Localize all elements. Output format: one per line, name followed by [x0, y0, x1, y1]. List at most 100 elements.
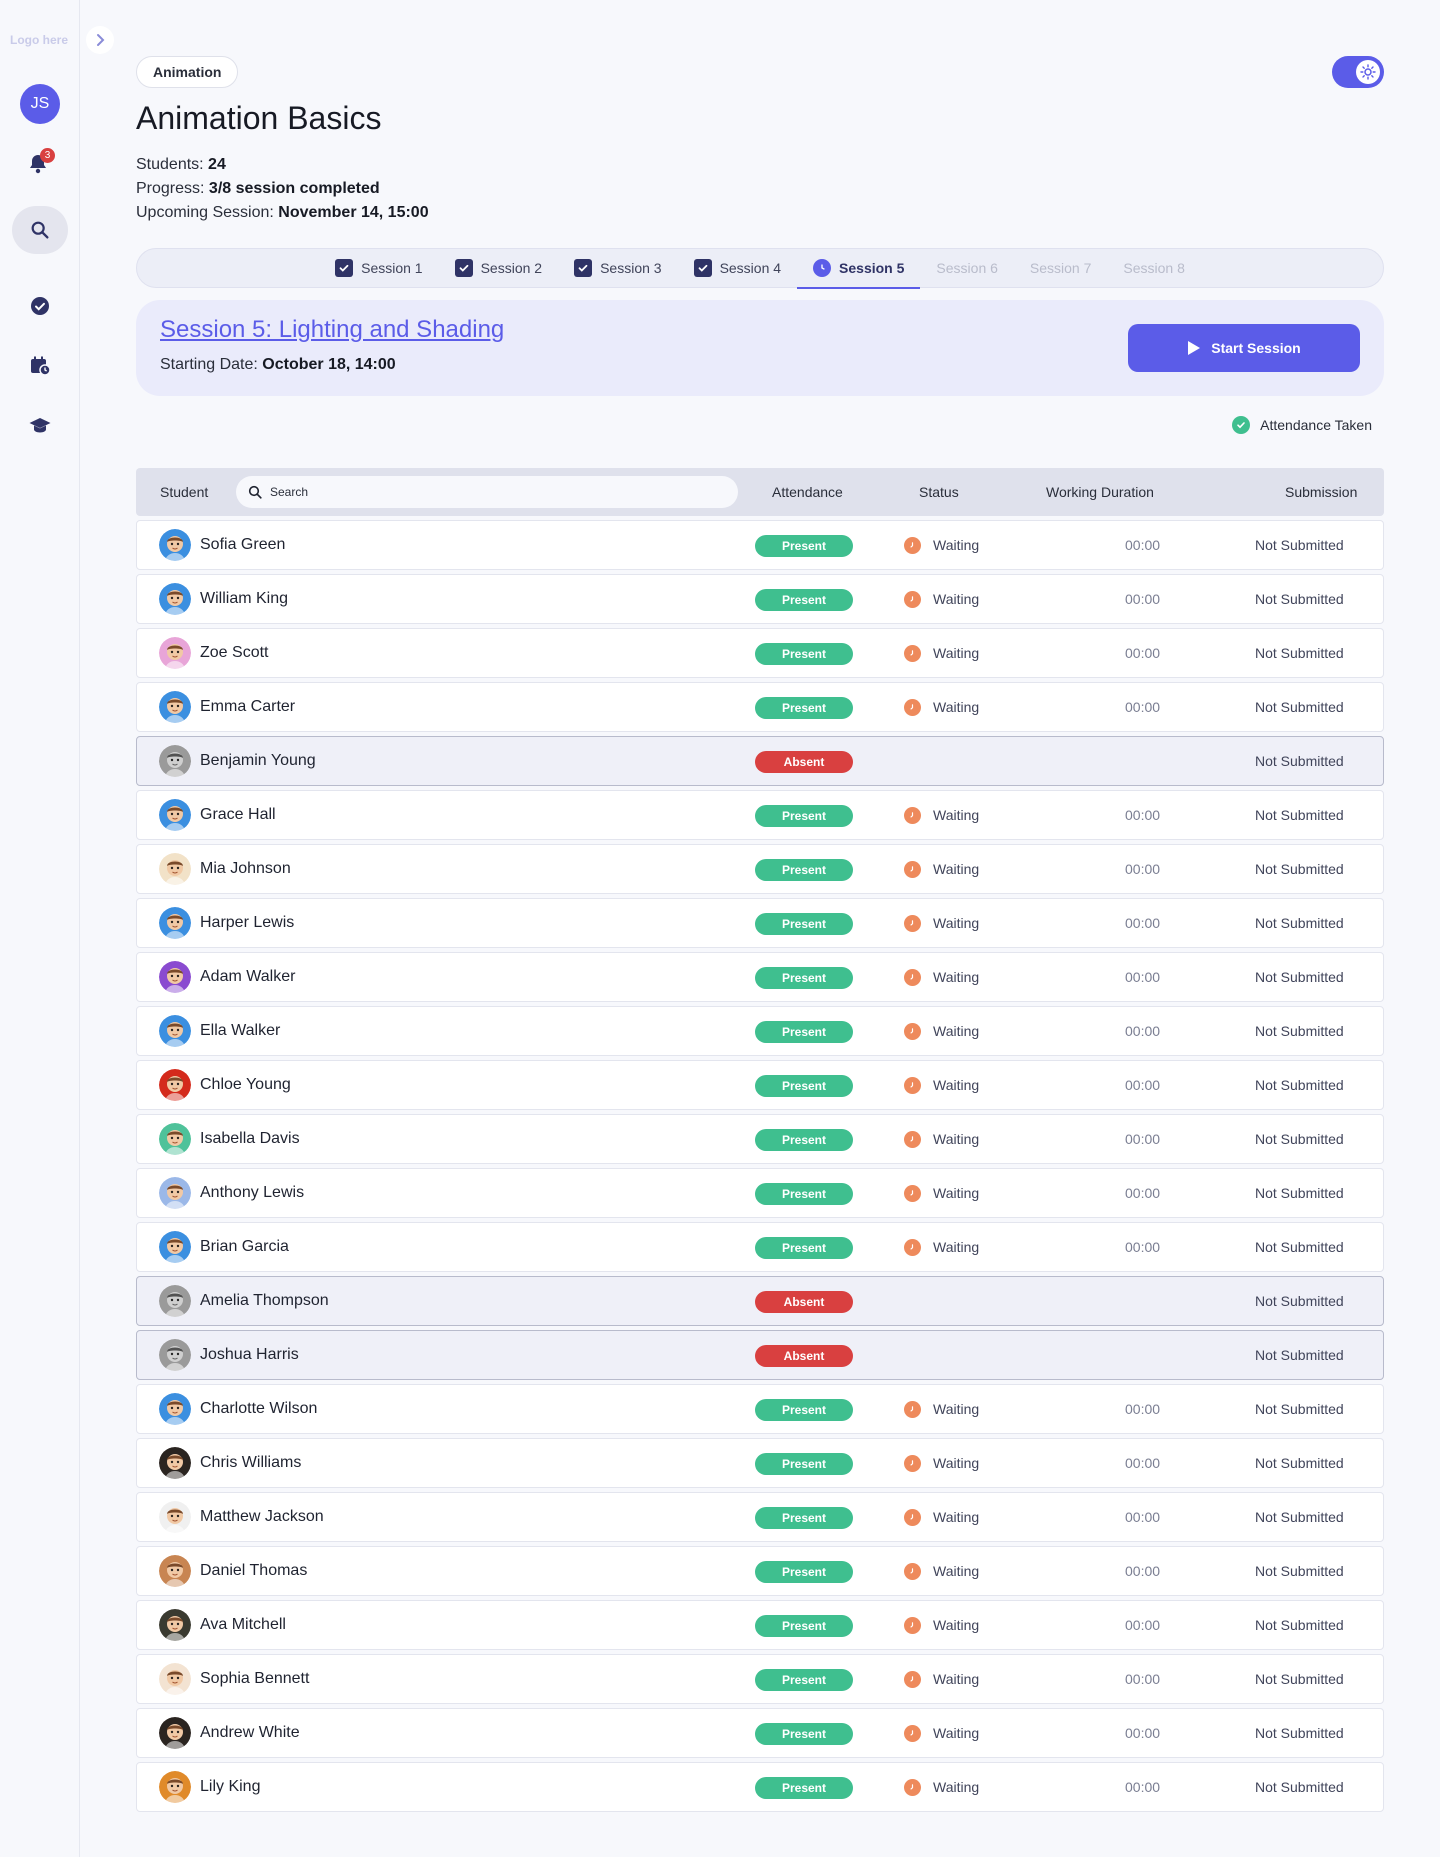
tab-session-5[interactable]: Session 5 — [797, 248, 921, 289]
tab-session-4[interactable]: Session 4 — [678, 248, 797, 288]
status-cell: Waiting — [904, 1709, 979, 1757]
tab-session-7[interactable]: Session 7 — [1014, 248, 1107, 288]
table-row[interactable]: William King Present Waiting 00:00 Not Submi… — [136, 574, 1384, 624]
student-avatar — [159, 1501, 191, 1533]
tab-session-2[interactable]: Session 2 — [439, 248, 558, 288]
student-avatar — [159, 1717, 191, 1749]
submission-status: Not Submitted — [1255, 537, 1344, 553]
attendance-badge[interactable]: Present — [755, 1453, 853, 1475]
tab-label: Session 6 — [936, 260, 998, 276]
attendance-badge[interactable]: Present — [755, 859, 853, 881]
table-row[interactable]: Sofia Green Present Waiting 00:00 Not Submit… — [136, 520, 1384, 570]
status-label: Waiting — [933, 1239, 980, 1255]
student-name: Matthew Jackson — [200, 1508, 324, 1525]
attendance-badge[interactable]: Present — [755, 1021, 853, 1043]
submission-status: Not Submitted — [1255, 1131, 1344, 1147]
table-row[interactable]: Chris Williams Present Waiting 00:00 Not Sub… — [136, 1438, 1384, 1488]
attendance-badge[interactable]: Present — [755, 913, 853, 935]
table-row[interactable]: Lily King Present Waiting 00:00 Not Submitte… — [136, 1762, 1384, 1812]
tab-session-3[interactable]: Session 3 — [558, 248, 677, 288]
attendance-badge[interactable]: Present — [755, 1507, 853, 1529]
attendance-badge[interactable]: Present — [755, 1669, 853, 1691]
attendance-badge[interactable]: Present — [755, 805, 853, 827]
table-row[interactable]: Ella Walker Present Waiting 00:00 Not Submit… — [136, 1006, 1384, 1056]
sidebar-expand-button[interactable] — [86, 26, 114, 54]
student-search-input[interactable]: Search — [236, 476, 738, 508]
attendance-badge[interactable]: Present — [755, 1237, 853, 1259]
attendance-badge[interactable]: Present — [755, 1075, 853, 1097]
attendance-badge[interactable]: Present — [755, 535, 853, 557]
table-row[interactable]: Adam Walker Present Waiting 00:00 Not Submit… — [136, 952, 1384, 1002]
attendance-badge[interactable]: Present — [755, 1183, 853, 1205]
attendance-badge[interactable]: Present — [755, 1561, 853, 1583]
attendance-badge[interactable]: Absent — [755, 1291, 853, 1313]
table-row[interactable]: Charlotte Wilson Present Waiting 00:00 Not S… — [136, 1384, 1384, 1434]
status-cell: Waiting — [904, 629, 979, 677]
attendance-badge[interactable]: Absent — [755, 751, 853, 773]
table-row[interactable]: Mia Johnson Present Waiting 00:00 Not Submit… — [136, 844, 1384, 894]
table-row[interactable]: Isabella Davis Present Waiting 00:00 Not Sub… — [136, 1114, 1384, 1164]
table-row[interactable]: Andrew White Present Waiting 00:00 Not Submi… — [136, 1708, 1384, 1758]
attendance-badge[interactable]: Present — [755, 1615, 853, 1637]
table-row[interactable]: Amelia Thompson Absent Not Submitted — [136, 1276, 1384, 1326]
attendance-badge[interactable]: Present — [755, 1129, 853, 1151]
graduation-cap-icon[interactable] — [28, 414, 52, 438]
notification-badge: 3 — [40, 148, 55, 163]
table-row[interactable]: Matthew Jackson Present Waiting 00:00 Not Su… — [136, 1492, 1384, 1542]
working-duration: 00:00 — [1125, 591, 1161, 607]
student-name: Daniel Thomas — [200, 1562, 308, 1579]
play-icon — [1188, 341, 1201, 355]
session-date: Starting Date: October 18, 14:00 — [160, 356, 396, 374]
table-row[interactable]: Benjamin Young Absent Not Submitted — [136, 736, 1384, 786]
page-title: Animation Basics — [136, 100, 382, 136]
tab-session-8[interactable]: Session 8 — [1107, 248, 1200, 288]
attendance-badge[interactable]: Present — [755, 589, 853, 611]
table-row[interactable]: Emma Carter Present Waiting 00:00 Not Submit… — [136, 682, 1384, 732]
search-nav-button[interactable] — [12, 206, 68, 254]
attendance-badge[interactable]: Absent — [755, 1345, 853, 1367]
tab-label: Session 4 — [719, 260, 782, 276]
progress-value: 3/8 session completed — [208, 180, 380, 197]
table-row[interactable]: Ava Mitchell Present Waiting 00:00 Not Submi… — [136, 1600, 1384, 1650]
calendar-clock-icon[interactable] — [28, 354, 52, 378]
course-tag[interactable]: Animation — [136, 56, 239, 88]
tab-session-1[interactable]: Session 1 — [319, 248, 438, 288]
working-duration: 00:00 — [1125, 915, 1161, 931]
table-row[interactable]: Grace Hall Present Waiting 00:00 Not Submitt… — [136, 790, 1384, 840]
status-cell: Waiting — [904, 1601, 979, 1649]
student-avatar — [159, 1447, 191, 1479]
submission-status: Not Submitted — [1255, 1509, 1344, 1525]
table-row[interactable]: Sophia Bennett Present Waiting 00:00 Not Sub… — [136, 1654, 1384, 1704]
table-row[interactable]: Joshua Harris Absent Not Submitted — [136, 1330, 1384, 1380]
table-row[interactable]: Zoe Scott Present Waiting 00:00 Not Submitte… — [136, 628, 1384, 678]
table-row[interactable]: Brian Garcia Present Waiting 00:00 Not Submi… — [136, 1222, 1384, 1272]
table-row[interactable]: Chloe Young Present Waiting 00:00 Not Submit… — [136, 1060, 1384, 1110]
header-submission: Submission — [1285, 484, 1358, 500]
student-avatar — [159, 1015, 191, 1047]
status-cell: Waiting — [904, 1385, 979, 1433]
table-row[interactable]: Harper Lewis Present Waiting 00:00 Not Submi… — [136, 898, 1384, 948]
attendance-badge[interactable]: Present — [755, 1399, 853, 1421]
table-row[interactable]: Daniel Thomas Present Waiting 00:00 Not Subm… — [136, 1546, 1384, 1596]
table-row[interactable]: Anthony Lewis Present Waiting 00:00 Not Subm… — [136, 1168, 1384, 1218]
attendance-badge[interactable]: Present — [755, 697, 853, 719]
checkbox-checked-icon — [454, 259, 473, 277]
student-avatar — [159, 583, 191, 615]
submission-status: Not Submitted — [1255, 645, 1344, 661]
student-name: Charlotte Wilson — [200, 1400, 318, 1417]
submission-status: Not Submitted — [1255, 807, 1344, 823]
attendance-badge[interactable]: Present — [755, 1723, 853, 1745]
logo: Logo here — [10, 33, 69, 47]
student-name: Chloe Young — [200, 1076, 291, 1093]
session-title[interactable]: Session 5: Lighting and Shading — [160, 316, 504, 344]
attendance-badge[interactable]: Present — [755, 1777, 853, 1799]
attendance-badge[interactable]: Present — [755, 967, 853, 989]
student-name: Joshua Harris — [200, 1346, 299, 1363]
theme-toggle[interactable] — [1332, 56, 1384, 88]
clock-icon — [904, 698, 921, 716]
start-session-button[interactable]: Start Session — [1128, 324, 1360, 372]
user-avatar[interactable]: JS — [20, 84, 60, 124]
attendance-badge[interactable]: Present — [755, 643, 853, 665]
check-circle-icon[interactable] — [28, 294, 52, 318]
tab-session-6[interactable]: Session 6 — [920, 248, 1013, 288]
